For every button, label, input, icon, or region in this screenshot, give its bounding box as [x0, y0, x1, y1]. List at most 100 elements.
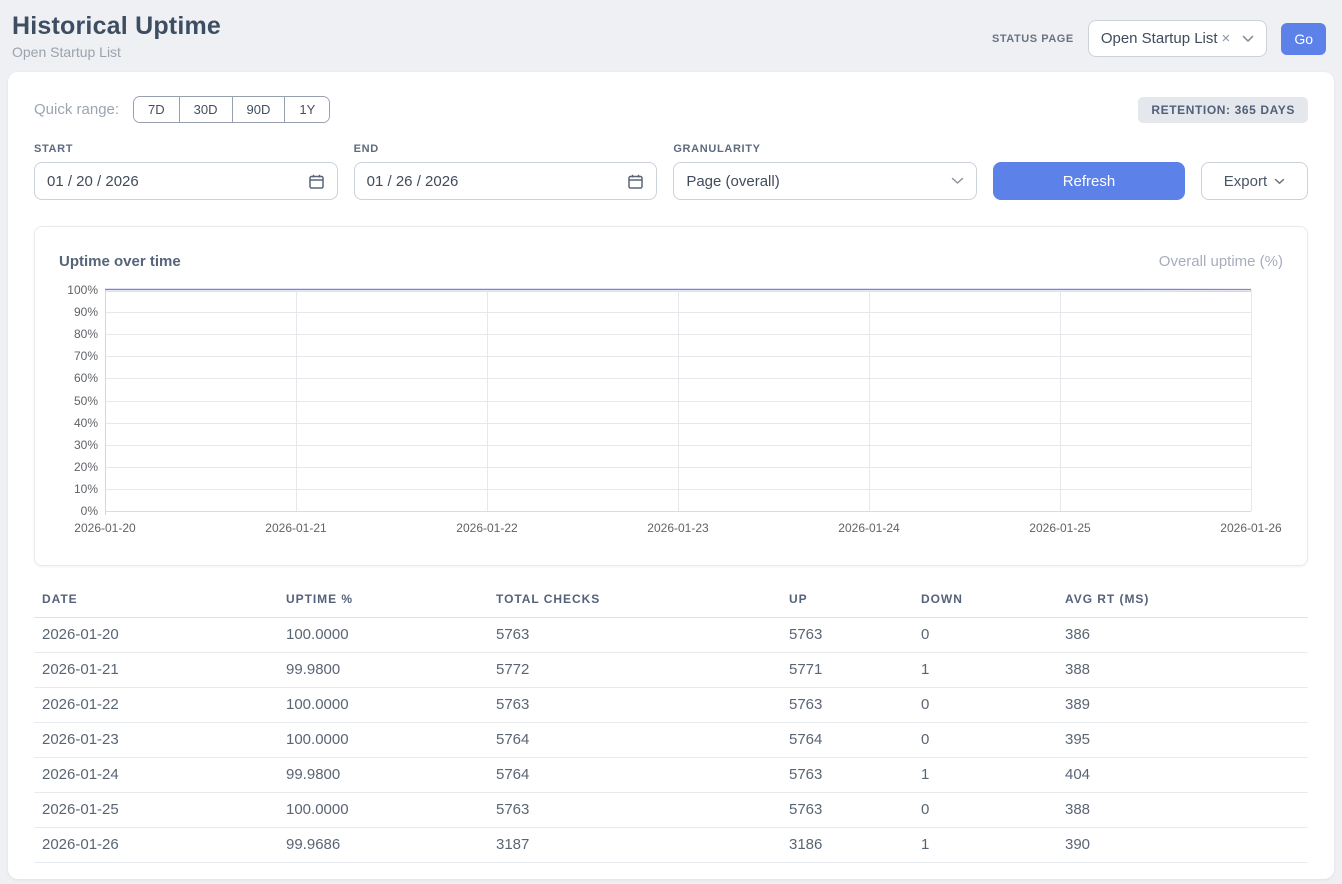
gridline-vertical — [1060, 290, 1061, 511]
start-date-value: 01 / 20 / 2026 — [47, 173, 308, 190]
header-titles: Historical Uptime Open Startup List — [12, 12, 221, 60]
table-cell: 99.9800 — [278, 653, 488, 688]
table-cell: 5764 — [488, 723, 781, 758]
table-cell: 3187 — [488, 828, 781, 863]
table-cell: 3186 — [781, 828, 913, 863]
table-cell: 2026-01-22 — [34, 688, 278, 723]
quick-range-row: Quick range: 7D30D90D1Y RETENTION: 365 D… — [34, 96, 1308, 123]
table-column-header: DOWN — [913, 582, 1057, 618]
table-cell: 5763 — [488, 618, 781, 653]
table-cell: 386 — [1057, 618, 1308, 653]
gridline-horizontal — [105, 511, 1251, 512]
table-cell: 100.0000 — [278, 618, 488, 653]
export-label: Export — [1224, 173, 1267, 190]
chevron-down-icon — [951, 177, 964, 185]
table-cell: 2026-01-25 — [34, 793, 278, 828]
page-header: Historical Uptime Open Startup List STAT… — [0, 0, 1342, 72]
clear-icon[interactable]: × — [1222, 30, 1231, 47]
table-cell: 5763 — [781, 793, 913, 828]
table-cell: 389 — [1057, 688, 1308, 723]
gridline-vertical — [1251, 290, 1252, 511]
granularity-label: GRANULARITY — [673, 143, 977, 155]
table-column-header: AVG RT (MS) — [1057, 582, 1308, 618]
table-column-header: TOTAL CHECKS — [488, 582, 781, 618]
x-axis-tick-label: 2026-01-21 — [265, 521, 326, 535]
table-cell: 2026-01-23 — [34, 723, 278, 758]
table-cell: 0 — [913, 618, 1057, 653]
table-cell: 2026-01-26 — [34, 828, 278, 863]
table-cell: 1 — [913, 653, 1057, 688]
status-page-label: STATUS PAGE — [992, 33, 1074, 45]
table-row: 2026-01-2199.9800577257711388 — [34, 653, 1308, 688]
main-panel: Quick range: 7D30D90D1Y RETENTION: 365 D… — [8, 72, 1334, 879]
x-axis-tick-label: 2026-01-26 — [1220, 521, 1281, 535]
table-row: 2026-01-20100.0000576357630386 — [34, 618, 1308, 653]
table-column-header: UP — [781, 582, 913, 618]
y-axis-tick-label: 100% — [67, 283, 98, 297]
y-axis-tick-label: 80% — [74, 327, 98, 341]
chart-legend: Overall uptime (%) — [1159, 253, 1283, 270]
y-axis-tick-label: 0% — [81, 504, 98, 518]
table-row: 2026-01-25100.0000576357630388 — [34, 793, 1308, 828]
table-cell: 2026-01-24 — [34, 758, 278, 793]
gridline-vertical — [105, 290, 106, 515]
table-column-header: DATE — [34, 582, 278, 618]
table-cell: 390 — [1057, 828, 1308, 863]
quick-range-1y-button[interactable]: 1Y — [284, 97, 329, 122]
quick-range-30d-button[interactable]: 30D — [179, 97, 232, 122]
table-column-header: UPTIME % — [278, 582, 488, 618]
page-title: Historical Uptime — [12, 12, 221, 41]
table-cell: 5764 — [488, 758, 781, 793]
calendar-icon[interactable] — [308, 173, 325, 190]
x-axis-tick-label: 2026-01-20 — [74, 521, 135, 535]
table-body: 2026-01-20100.00005763576303862026-01-21… — [34, 618, 1308, 863]
status-page-selected: Open Startup List — [1101, 30, 1218, 47]
retention-badge: RETENTION: 365 DAYS — [1138, 97, 1308, 123]
start-date-input[interactable]: 01 / 20 / 2026 — [34, 162, 338, 200]
gridline-vertical — [678, 290, 679, 511]
quick-range-group: 7D30D90D1Y — [133, 96, 330, 123]
x-axis-tick-label: 2026-01-23 — [647, 521, 708, 535]
y-axis-tick-label: 30% — [74, 438, 98, 452]
calendar-icon[interactable] — [627, 173, 644, 190]
gridline-vertical — [296, 290, 297, 511]
chart-title: Uptime over time — [59, 253, 181, 270]
table-cell: 100.0000 — [278, 793, 488, 828]
y-axis-tick-label: 20% — [74, 460, 98, 474]
uptime-chart-card: Uptime over time Overall uptime (%) 100%… — [34, 226, 1308, 566]
table-cell: 5763 — [781, 618, 913, 653]
granularity-select[interactable]: Page (overall) — [673, 162, 977, 200]
table-cell: 388 — [1057, 793, 1308, 828]
quick-range-90d-button[interactable]: 90D — [232, 97, 285, 122]
table-header-row: DATEUPTIME %TOTAL CHECKSUPDOWNAVG RT (MS… — [34, 582, 1308, 618]
granularity-value: Page (overall) — [686, 173, 951, 190]
chevron-down-icon — [1274, 178, 1285, 185]
refresh-button[interactable]: Refresh — [993, 162, 1185, 200]
status-page-select[interactable]: Open Startup List × — [1088, 20, 1268, 57]
chart-x-axis: 2026-01-202026-01-212026-01-222026-01-23… — [105, 517, 1251, 541]
table-row: 2026-01-2699.9686318731861390 — [34, 828, 1308, 863]
header-controls: STATUS PAGE Open Startup List × Go — [992, 20, 1326, 57]
chart-plot: 100%90%80%70%60%50%40%30%20%10%0% — [105, 290, 1251, 511]
table-cell: 99.9686 — [278, 828, 488, 863]
go-button[interactable]: Go — [1281, 23, 1326, 55]
gridline-vertical — [487, 290, 488, 511]
chevron-down-icon — [1242, 35, 1254, 43]
table-cell: 5772 — [488, 653, 781, 688]
page-subtitle: Open Startup List — [12, 44, 221, 60]
table-cell: 404 — [1057, 758, 1308, 793]
table-cell: 1 — [913, 758, 1057, 793]
quick-range-7d-button[interactable]: 7D — [134, 97, 179, 122]
table-cell: 1 — [913, 828, 1057, 863]
table-cell: 5771 — [781, 653, 913, 688]
table-cell: 2026-01-20 — [34, 618, 278, 653]
export-button[interactable]: Export — [1201, 162, 1308, 200]
gridline-vertical — [869, 290, 870, 511]
filter-form: START 01 / 20 / 2026 END 01 / 26 / 2026 … — [34, 143, 1308, 200]
y-axis-tick-label: 40% — [74, 416, 98, 430]
end-date-input[interactable]: 01 / 26 / 2026 — [354, 162, 658, 200]
table-cell: 395 — [1057, 723, 1308, 758]
x-axis-tick-label: 2026-01-25 — [1029, 521, 1090, 535]
table-row: 2026-01-23100.0000576457640395 — [34, 723, 1308, 758]
table-cell: 2026-01-21 — [34, 653, 278, 688]
